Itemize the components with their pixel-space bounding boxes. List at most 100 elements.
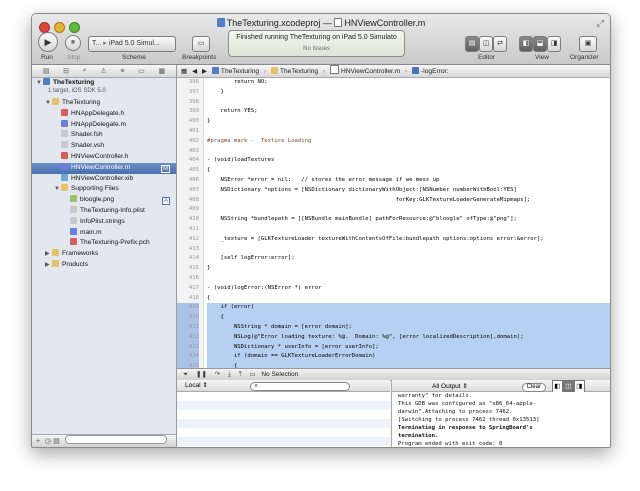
- run-label: Run: [41, 54, 53, 61]
- disclosure-open-icon[interactable]: ▼: [36, 78, 43, 89]
- console-output[interactable]: warranty" for details. This GDB was confi…: [391, 392, 610, 447]
- navigator-item[interactable]: ▶ Frameworks: [32, 249, 176, 260]
- add-icon[interactable]: +: [36, 438, 40, 445]
- navigator-item[interactable]: bloogle.png A: [32, 195, 176, 206]
- standard-editor-icon[interactable]: ▤: [465, 36, 479, 52]
- jump-file[interactable]: HNViewController.m: [329, 65, 400, 78]
- step-out-icon[interactable]: ⤒: [239, 369, 242, 380]
- navigator-toggle-icon[interactable]: ◧: [519, 36, 533, 52]
- scheme-popup[interactable]: T... ▸ iPad 5.0 Simul...: [88, 36, 176, 52]
- code-line[interactable]: 404 - (void)loadTextures: [177, 156, 610, 166]
- code-line[interactable]: 423 NSDictionary * userInfo = [error use…: [177, 342, 610, 353]
- code-line[interactable]: 397 }: [177, 88, 610, 98]
- code-line[interactable]: 398: [177, 98, 610, 108]
- navigator-item[interactable]: ▶ Products: [32, 259, 176, 271]
- disclosure-open-icon[interactable]: ▼: [45, 98, 52, 109]
- code-line[interactable]: 421 NSString * domain = [error domain];: [177, 322, 610, 333]
- code-line[interactable]: 403: [177, 147, 610, 157]
- navigator-item[interactable]: main.m: [32, 227, 176, 239]
- navigator-item[interactable]: ▼ TheTexturing: [32, 98, 176, 109]
- navigator-item[interactable]: ▼ Supporting Files: [32, 184, 176, 195]
- jump-seg-3: -logError:: [421, 68, 449, 75]
- navigator-item[interactable]: HNAppDelegate.h: [32, 108, 176, 120]
- navigator-item[interactable]: HNViewController.xib: [32, 173, 176, 185]
- log-navigator-icon[interactable]: ▦: [158, 67, 165, 75]
- utilities-toggle-icon[interactable]: ◨: [547, 36, 561, 52]
- forward-icon[interactable]: ▶: [202, 66, 207, 78]
- debug-area-toggle-icon[interactable]: ⬓: [533, 36, 547, 52]
- run-button[interactable]: ▶: [38, 32, 58, 52]
- search-navigator-icon[interactable]: ⌕: [83, 67, 87, 75]
- disclosure-closed-icon[interactable]: ▶: [45, 260, 52, 271]
- jump-method[interactable]: -logError:: [412, 66, 449, 78]
- code-line[interactable]: 407 NSDictionary *options = [NSDictionar…: [177, 186, 610, 196]
- code-line[interactable]: 399 return YES;: [177, 107, 610, 117]
- pause-icon[interactable]: ❚❚: [196, 369, 207, 380]
- code-line[interactable]: 414 [self logError:error];: [177, 254, 610, 264]
- code-line[interactable]: 402 #pragma mark - Texture Loading: [177, 137, 610, 147]
- variables-view[interactable]: [177, 392, 390, 447]
- project-icon: [211, 67, 219, 74]
- variables-scope-popup[interactable]: Local ⇕: [185, 382, 208, 389]
- code-line[interactable]: 418 {: [177, 294, 610, 304]
- navigator-item[interactable]: ▼ TheTexturing 1 target, iOS SDK 5.0: [32, 78, 176, 98]
- navigator-item[interactable]: HNViewController.m M: [32, 162, 176, 174]
- code-line[interactable]: 417 - (void)logError:(NSError *) error: [177, 284, 610, 294]
- version-editor-icon[interactable]: ⇄: [493, 36, 507, 52]
- code-line[interactable]: 410 NSString *bundlepath = [[NSBundle ma…: [177, 215, 610, 225]
- thread-icon[interactable]: ▭: [249, 369, 255, 380]
- filter-field[interactable]: [64, 435, 167, 444]
- navigator-item[interactable]: InfoPlist.strings: [32, 216, 176, 228]
- code-line[interactable]: 413: [177, 245, 610, 255]
- navigator-item[interactable]: TheTexturing-Prefix.pch: [32, 238, 176, 249]
- fullscreen-icon[interactable]: ⤢: [597, 18, 604, 29]
- variables-search-field[interactable]: ⌕: [249, 382, 350, 391]
- code-line[interactable]: 424 if (domain == GLKTextureLoaderErrorD…: [177, 352, 610, 363]
- output-popup[interactable]: All Output ⇕: [432, 383, 468, 390]
- code-line[interactable]: 420 {: [177, 313, 610, 323]
- hide-debug-area-icon[interactable]: ⏷: [183, 369, 188, 380]
- disclosure-open-icon[interactable]: ▼: [54, 184, 61, 195]
- code-line[interactable]: 411: [177, 225, 610, 235]
- code-line[interactable]: 422 NSLog(@"Error loading texture: %@. D…: [177, 332, 610, 343]
- symbol-navigator-icon[interactable]: ⊟: [63, 67, 69, 75]
- breakpoint-navigator-icon[interactable]: ▭: [138, 67, 145, 75]
- navigator-item[interactable]: Shader.vsh: [32, 141, 176, 152]
- organizer-button[interactable]: ▣: [579, 36, 597, 52]
- step-over-icon[interactable]: ↷: [215, 369, 220, 380]
- source-file-icon: [334, 18, 343, 27]
- navigator-item[interactable]: HNViewController.h: [32, 151, 176, 163]
- code-area[interactable]: 396 return NO; 397 } 398 399 return YES; 400…: [177, 78, 610, 368]
- code-line[interactable]: 415}: [177, 264, 610, 274]
- code-line[interactable]: 408 forKey:GLKTextureLoaderGenerateMipma…: [177, 196, 610, 206]
- code-line[interactable]: 401: [177, 127, 610, 137]
- issue-navigator-icon[interactable]: ⚠: [100, 67, 106, 75]
- code-line[interactable]: 419 if (error): [177, 303, 610, 314]
- scm-filter-icon[interactable]: ▤: [53, 438, 60, 445]
- code-line[interactable]: 409: [177, 205, 610, 215]
- back-icon[interactable]: ◀: [192, 66, 197, 78]
- clock-icon[interactable]: ◷: [45, 438, 51, 445]
- stop-button[interactable]: ■: [65, 35, 81, 51]
- clear-button[interactable]: Clear: [521, 383, 546, 392]
- project-navigator-icon[interactable]: ▤: [43, 67, 50, 75]
- code-line[interactable]: 400}: [177, 117, 610, 127]
- navigator-item[interactable]: HNAppDelegate.m: [32, 119, 176, 131]
- debug-navigator-icon[interactable]: ≡: [120, 68, 124, 75]
- source-editor[interactable]: 396 return NO; 397 } 398 399 return YES; 400…: [177, 78, 610, 368]
- navigator-item[interactable]: TheTexturing-Info.plist: [32, 205, 176, 217]
- breakpoints-button[interactable]: ▭: [192, 36, 210, 52]
- step-into-icon[interactable]: ⤓: [228, 369, 231, 380]
- code-line[interactable]: 396 return NO;: [177, 78, 610, 88]
- related-files-icon[interactable]: ▦: [181, 66, 187, 78]
- code-line[interactable]: 406 NSError *error = nil; // stores the …: [177, 176, 610, 186]
- code-line[interactable]: 412 _texture = [GLKTextureLoader texture…: [177, 235, 610, 245]
- assistant-editor-icon[interactable]: ◫: [479, 36, 493, 52]
- jump-group[interactable]: TheTexturing: [270, 66, 318, 78]
- navigator-item[interactable]: Shader.fsh: [32, 130, 176, 141]
- navigator-item-label: bloogle.png: [80, 196, 115, 204]
- code-line[interactable]: 416: [177, 274, 610, 284]
- code-line[interactable]: 405 {: [177, 166, 610, 176]
- disclosure-closed-icon[interactable]: ▶: [45, 249, 52, 260]
- jump-project[interactable]: TheTexturing: [211, 66, 259, 78]
